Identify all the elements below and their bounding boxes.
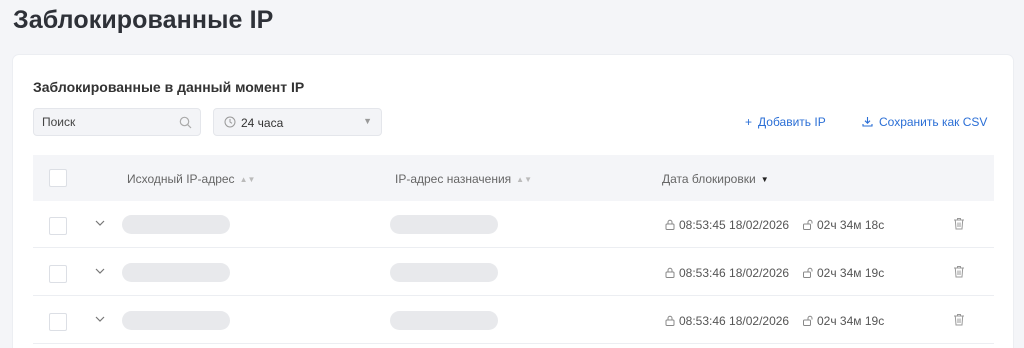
page-title: Заблокированные IP bbox=[13, 6, 274, 34]
unlock-icon bbox=[803, 267, 813, 278]
block-duration: 02ч 34м 19с bbox=[803, 314, 884, 328]
table-row[interactable]: 08:53:46 18/02/2026 02ч 34м 19с bbox=[33, 249, 994, 296]
block-date: 08:53:45 18/02/2026 bbox=[665, 218, 789, 232]
block-date-value: 08:53:45 18/02/2026 bbox=[679, 218, 790, 232]
clock-icon bbox=[224, 116, 236, 128]
block-date: 08:53:46 18/02/2026 bbox=[665, 314, 789, 328]
add-ip-button[interactable]: + Добавить IP bbox=[745, 115, 826, 129]
dest-ip-placeholder bbox=[390, 311, 498, 330]
lock-icon bbox=[665, 219, 675, 230]
block-duration: 02ч 34м 19с bbox=[803, 266, 884, 280]
add-ip-label: Добавить IP bbox=[758, 115, 826, 129]
save-csv-label: Сохранить как CSV bbox=[879, 115, 988, 129]
table-row[interactable]: 08:53:45 18/02/2026 02ч 34м 18с bbox=[33, 201, 994, 248]
chevron-down-icon[interactable] bbox=[95, 267, 105, 275]
block-duration-value: 02ч 34м 19с bbox=[817, 314, 885, 328]
column-block-date[interactable]: Дата блокировки ▼ bbox=[662, 172, 769, 186]
unlock-icon bbox=[803, 219, 813, 230]
chevron-down-icon[interactable] bbox=[95, 315, 105, 323]
plus-icon: + bbox=[745, 115, 753, 129]
row-checkbox[interactable] bbox=[49, 265, 67, 283]
trash-icon[interactable] bbox=[953, 313, 965, 326]
row-checkbox[interactable] bbox=[49, 217, 67, 235]
trash-icon[interactable] bbox=[953, 265, 965, 278]
lock-icon bbox=[665, 315, 675, 326]
sort-icon[interactable]: ▲▼ bbox=[240, 175, 256, 184]
source-ip-placeholder bbox=[122, 215, 230, 234]
time-range-value: 24 часа bbox=[241, 116, 284, 130]
column-source-ip[interactable]: Исходный IP-адрес ▲▼ bbox=[127, 172, 255, 186]
card-title: Заблокированные в данный момент IP bbox=[33, 79, 305, 95]
table-row[interactable]: 08:53:46 18/02/2026 02ч 34м 19с bbox=[33, 297, 994, 344]
select-all-checkbox[interactable] bbox=[49, 169, 67, 187]
column-dest-ip[interactable]: IP-адрес назначения ▲▼ bbox=[395, 172, 532, 186]
trash-icon[interactable] bbox=[953, 217, 965, 230]
dest-ip-placeholder bbox=[390, 215, 498, 234]
block-duration-value: 02ч 34м 19с bbox=[817, 266, 885, 280]
search-field[interactable] bbox=[33, 108, 201, 136]
block-duration-value: 02ч 34м 18с bbox=[817, 218, 885, 232]
search-input[interactable] bbox=[42, 115, 172, 129]
block-date-value: 08:53:46 18/02/2026 bbox=[679, 266, 790, 280]
column-block-date-label: Дата блокировки bbox=[662, 172, 756, 186]
row-checkbox[interactable] bbox=[49, 313, 67, 331]
block-date-value: 08:53:46 18/02/2026 bbox=[679, 314, 790, 328]
time-range-select[interactable]: 24 часа ▼ bbox=[213, 108, 382, 136]
blocked-ips-card: Заблокированные в данный момент IP 24 ча… bbox=[13, 55, 1013, 348]
unlock-icon bbox=[803, 315, 813, 326]
lock-icon bbox=[665, 267, 675, 278]
source-ip-placeholder bbox=[122, 311, 230, 330]
block-duration: 02ч 34м 18с bbox=[803, 218, 884, 232]
download-icon bbox=[862, 117, 873, 127]
search-icon bbox=[179, 116, 192, 129]
table-header: Исходный IP-адрес ▲▼ IP-адрес назначения ▲… bbox=[33, 155, 994, 201]
chevron-down-icon[interactable] bbox=[95, 219, 105, 227]
sort-desc-icon[interactable]: ▼ bbox=[761, 175, 769, 184]
column-dest-ip-label: IP-адрес назначения bbox=[395, 172, 512, 186]
source-ip-placeholder bbox=[122, 263, 230, 282]
sort-icon[interactable]: ▲▼ bbox=[516, 175, 532, 184]
chevron-down-icon: ▼ bbox=[363, 116, 372, 126]
column-source-ip-label: Исходный IP-адрес bbox=[127, 172, 235, 186]
block-date: 08:53:46 18/02/2026 bbox=[665, 266, 789, 280]
dest-ip-placeholder bbox=[390, 263, 498, 282]
save-csv-button[interactable]: Сохранить как CSV bbox=[862, 115, 987, 129]
